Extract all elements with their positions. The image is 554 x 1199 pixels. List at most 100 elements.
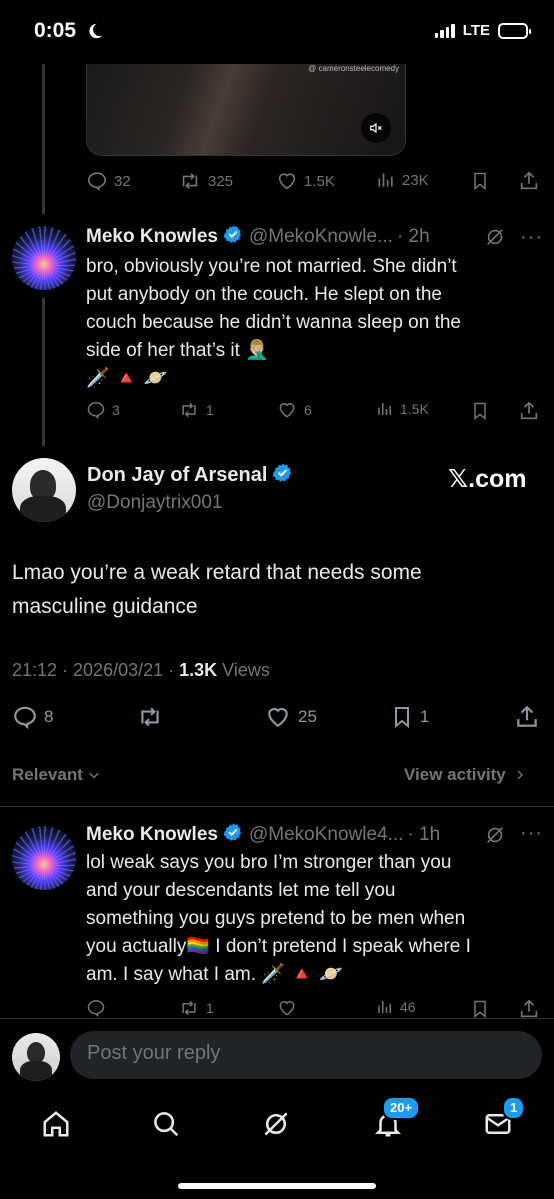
- repost-button[interactable]: 325: [178, 170, 233, 192]
- divider: [0, 806, 554, 807]
- tab-notifications[interactable]: 20+: [370, 1096, 421, 1142]
- status-time: 0:05: [34, 19, 77, 42]
- like-button[interactable]: 25: [264, 704, 317, 730]
- network-label: LTE: [462, 22, 490, 39]
- media-watermark: @ cameronsteelecomedy: [308, 64, 399, 73]
- bookmark-count: 1: [420, 707, 430, 726]
- bookmark-button[interactable]: [470, 998, 490, 1020]
- tweet-header: Meko Knowles @MekoKnowle... · 2h: [86, 224, 430, 250]
- views-icon: [378, 173, 393, 187]
- repost-icon: [141, 707, 159, 727]
- share-button[interactable]: [518, 998, 540, 1020]
- reply-input[interactable]: Post your reply: [70, 1031, 542, 1079]
- author-name[interactable]: Don Jay of Arsenal: [87, 464, 267, 487]
- text-line: Lmao you’re a weak retard that needs som…: [12, 561, 422, 584]
- views-button[interactable]: 46: [376, 998, 416, 1016]
- share-button[interactable]: [518, 400, 540, 422]
- reply-button[interactable]: 32: [86, 170, 131, 192]
- bookmark-button[interactable]: 1: [390, 704, 429, 730]
- tab-messages[interactable]: 1: [480, 1096, 526, 1142]
- tab-home[interactable]: [38, 1106, 74, 1142]
- author-avatar[interactable]: [12, 458, 76, 522]
- tweet-time: · 1h: [407, 824, 441, 845]
- reply-text: bro, obviously you’re not married. She d…: [86, 253, 536, 393]
- thread-line: [42, 64, 45, 214]
- like-button[interactable]: 6: [276, 400, 312, 420]
- views-icon: [378, 403, 391, 415]
- text-line: and your descendants let me tell you: [86, 880, 396, 901]
- bookmark-icon: [474, 1000, 486, 1019]
- video-media[interactable]: @ cameronsteelecomedy: [86, 64, 406, 156]
- share-button[interactable]: [514, 704, 540, 730]
- like-count: 25: [298, 707, 317, 726]
- reply-count: 3: [112, 402, 120, 418]
- like-button[interactable]: [276, 998, 298, 1018]
- verified-badge-icon: [223, 822, 243, 848]
- repost-button[interactable]: 1: [178, 998, 214, 1018]
- text-line: you actually🏳️‍🌈 I don’t pretend I speak…: [86, 936, 471, 957]
- tweet-time: · 2h: [396, 226, 430, 247]
- text-line: something you guys pretend to be men whe…: [86, 908, 466, 929]
- reply-icon: [87, 402, 105, 420]
- views-label: Views: [217, 660, 270, 680]
- author-handle[interactable]: @MekoKnowle4...: [249, 824, 403, 846]
- repost-button[interactable]: [136, 704, 164, 730]
- text-line: lol weak says you bro I’m stronger than …: [86, 852, 452, 873]
- signal-icon: [434, 23, 455, 38]
- main-tweet-actions: 8 25 1: [12, 704, 542, 732]
- bookmark-icon: [474, 172, 486, 191]
- reply1-actions: 3 1 6 1.5K: [86, 400, 546, 424]
- tweet-timestamp[interactable]: 21:12 · 2026/03/21 ·: [12, 660, 179, 680]
- author-handle[interactable]: @Donjaytrix001: [87, 492, 222, 514]
- text-line: side of her that’s it 🤦🏼‍♂️: [86, 340, 269, 361]
- grok-icon[interactable]: [484, 824, 506, 851]
- like-button[interactable]: 1.5K: [276, 170, 335, 192]
- like-count: 6: [304, 402, 312, 418]
- verified-badge-icon: [223, 224, 243, 250]
- reply-icon: [14, 706, 36, 730]
- text-line: am. I say what I am. 🗡️ 🔺 🪐: [86, 964, 343, 985]
- sort-relevant-dropdown[interactable]: Relevant: [12, 765, 101, 785]
- thread-line: [42, 298, 45, 446]
- heart-icon: [268, 707, 288, 727]
- text-line: masculine guidance: [12, 595, 198, 618]
- share-button[interactable]: [518, 170, 540, 192]
- mute-icon[interactable]: [361, 113, 391, 143]
- view-activity-link[interactable]: View activity: [404, 765, 526, 785]
- sort-label: Relevant: [12, 765, 83, 784]
- reply-button[interactable]: [86, 998, 106, 1018]
- repost-icon: [182, 402, 196, 418]
- views-count: 46: [400, 999, 416, 1015]
- author-name[interactable]: Meko Knowles: [86, 824, 218, 846]
- more-options-icon[interactable]: ···: [520, 822, 543, 845]
- notifications-badge: 20+: [382, 1096, 421, 1120]
- emoji-line: 🗡️ 🔺 🪐: [86, 368, 168, 389]
- author-name[interactable]: Meko Knowles: [86, 226, 218, 248]
- home-icon: [43, 1111, 69, 1137]
- share-icon: [517, 705, 537, 727]
- repost-button[interactable]: 1: [178, 400, 214, 420]
- source-badge: 𝕏.com: [448, 465, 527, 493]
- text-line: bro, obviously you’re not married. She d…: [86, 256, 457, 277]
- views-count: 1.5K: [400, 401, 429, 417]
- views-count: 1.3K: [179, 660, 218, 680]
- reply-count: 32: [114, 172, 131, 190]
- views-button[interactable]: 1.5K: [376, 400, 429, 418]
- bookmark-button[interactable]: [470, 400, 490, 422]
- my-avatar[interactable]: [12, 1033, 60, 1081]
- author-handle[interactable]: @MekoKnowle...: [249, 226, 393, 248]
- reply-button[interactable]: 3: [86, 400, 120, 420]
- reply-button[interactable]: 8: [12, 704, 53, 730]
- tab-grok[interactable]: [258, 1106, 294, 1142]
- bookmark-button[interactable]: [470, 170, 490, 192]
- views-button[interactable]: 23K: [376, 170, 429, 190]
- repost-count: 1: [206, 1000, 214, 1016]
- main-tweet-text: Lmao you’re a weak retard that needs som…: [12, 556, 532, 624]
- do-not-disturb-icon: [86, 22, 104, 45]
- more-options-icon[interactable]: ···: [520, 226, 543, 249]
- tab-search[interactable]: [148, 1106, 184, 1142]
- avatar[interactable]: [12, 226, 76, 290]
- avatar[interactable]: [12, 826, 76, 890]
- messages-badge: 1: [502, 1096, 526, 1120]
- grok-icon[interactable]: [484, 226, 506, 253]
